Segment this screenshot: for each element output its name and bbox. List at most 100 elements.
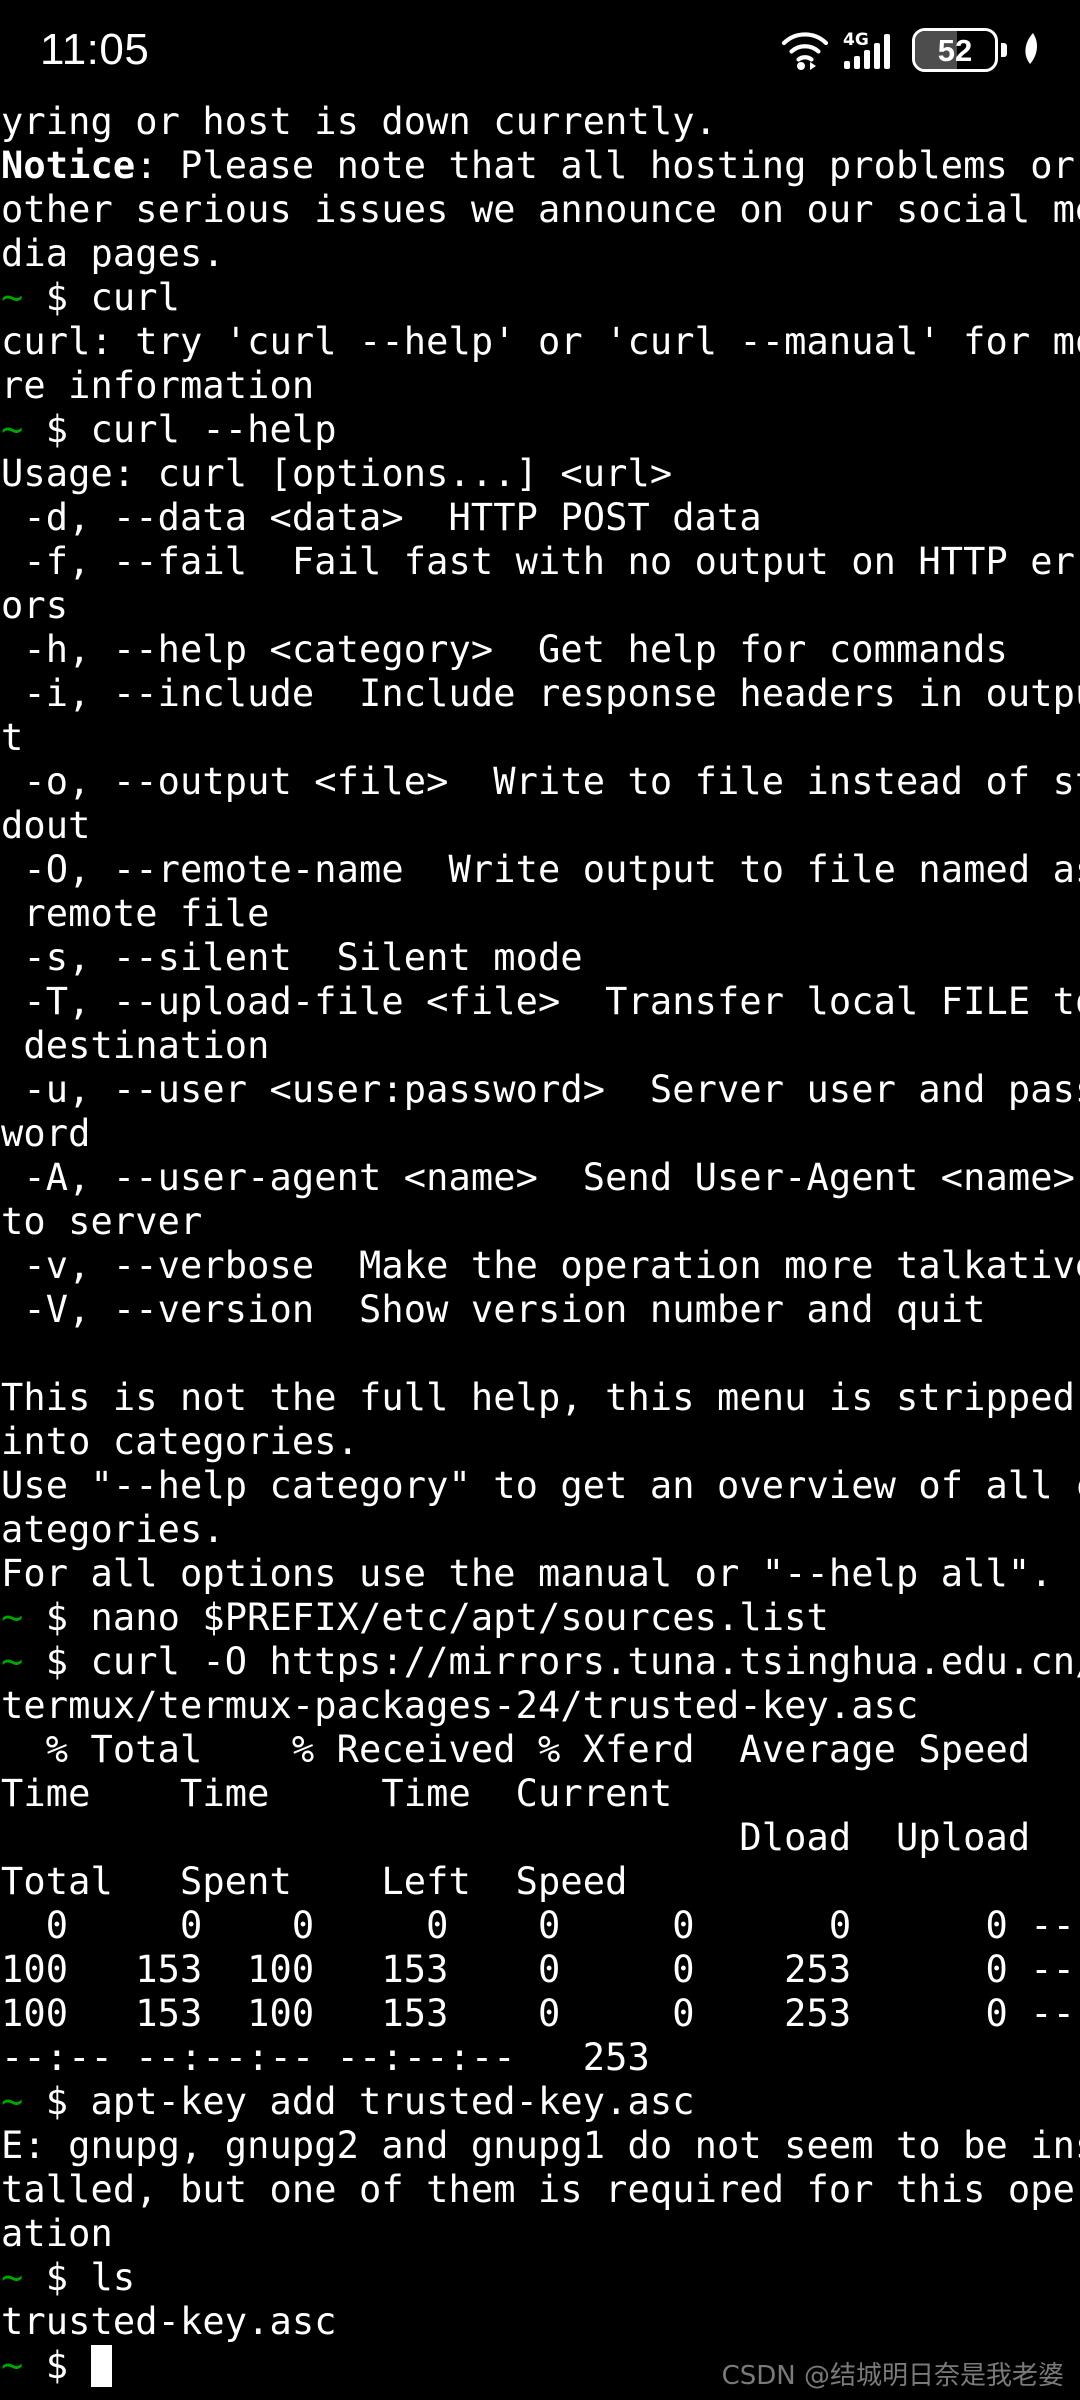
terminal-prompt: ~ xyxy=(1,276,24,319)
terminal-line-text: -V, --version Show version number and qu… xyxy=(1,1288,986,1331)
terminal-line: -s, --silent Silent mode xyxy=(1,936,1080,980)
terminal-line-text: Total Spent Left Speed xyxy=(1,1860,628,1903)
terminal-line: ~ $ ls xyxy=(1,2256,1080,2300)
terminal-line: % Total % Received % Xferd Average Speed xyxy=(1,1728,1080,1772)
terminal-line: 100 153 100 153 0 0 253 0 --: xyxy=(1,1948,1080,1992)
terminal-line: -f, --fail Fail fast with no output on H… xyxy=(1,540,1080,584)
terminal-line: t xyxy=(1,716,1080,760)
terminal-line-text: --:-- --:--:-- --:--:-- 253 xyxy=(1,2036,650,2079)
terminal-line-text: trusted-key.asc xyxy=(1,2300,337,2343)
terminal-line: remote file xyxy=(1,892,1080,936)
terminal-line-text: E: gnupg, gnupg2 and gnupg1 do not seem … xyxy=(1,2124,1080,2167)
terminal-line: ~ $ nano $PREFIX/etc/apt/sources.list xyxy=(1,1596,1080,1640)
terminal-output-area[interactable]: yring or host is down currently. Notice: … xyxy=(0,100,1080,2400)
terminal-line-text: -v, --verbose Make the operation more ta… xyxy=(1,1244,1080,1287)
terminal-line-text: -A, --user-agent <name> Send User-Agent … xyxy=(1,1156,1076,1199)
terminal-prompt-sigil: $ xyxy=(23,2256,91,2299)
battery-indicator: 52 xyxy=(912,28,1007,72)
terminal-line-text: -T, --upload-file <file> Transfer local … xyxy=(1,980,1080,1023)
terminal-line: trusted-key.asc xyxy=(1,2300,1080,2344)
terminal-line: 100 153 100 153 0 0 253 0 --: xyxy=(1,1992,1080,2036)
terminal-line: -o, --output <file> Write to file instea… xyxy=(1,760,1080,804)
terminal-line: -T, --upload-file <file> Transfer local … xyxy=(1,980,1080,1024)
terminal-prompt-sigil: $ xyxy=(23,2080,91,2123)
terminal-line-text: remote file xyxy=(1,892,270,935)
terminal-prompt: ~ xyxy=(1,2344,24,2387)
terminal-line-text: 100 153 100 153 0 0 253 0 --: xyxy=(1,1948,1080,1991)
terminal-prompt-sigil: $ xyxy=(23,276,91,319)
battery-level-label: 52 xyxy=(937,32,973,68)
terminal-line: re information xyxy=(1,364,1080,408)
terminal-line-text: -s, --silent Silent mode xyxy=(1,936,583,979)
leaf-icon xyxy=(1020,29,1046,71)
terminal-line: Notice: Please note that all hosting pro… xyxy=(1,144,1080,188)
terminal-line-text: ors xyxy=(1,584,69,627)
terminal-prompt: ~ xyxy=(1,1596,24,1639)
battery-cap-icon xyxy=(1001,43,1007,57)
terminal-cursor[interactable] xyxy=(90,2345,112,2387)
terminal-line-text: termux/termux-packages-24/trusted-key.as… xyxy=(1,1684,919,1727)
terminal-line: ~ $ curl -O https://mirrors.tuna.tsinghu… xyxy=(1,1640,1080,1684)
terminal-line-text: -d, --data <data> HTTP POST data xyxy=(1,496,762,539)
terminal-line-text: destination xyxy=(1,1024,270,1067)
terminal-line-text: 100 153 100 153 0 0 253 0 --: xyxy=(1,1992,1080,2035)
terminal-line: Use "--help category" to get an overview… xyxy=(1,1464,1080,1508)
terminal-line: ~ $ apt-key add trusted-key.asc xyxy=(1,2080,1080,2124)
terminal-line-text: % Total % Received % Xferd Average Speed xyxy=(1,1728,1031,1771)
terminal-prompt: ~ xyxy=(1,1640,24,1683)
terminal-line: -A, --user-agent <name> Send User-Agent … xyxy=(1,1156,1080,1200)
terminal-line-text: curl xyxy=(90,276,181,319)
terminal-line: -d, --data <data> HTTP POST data xyxy=(1,496,1080,540)
terminal-line-text: yring or host is down currently. xyxy=(1,100,718,143)
terminal-line-text: Dload Upload xyxy=(1,1816,1031,1859)
terminal-line-text: Usage: curl [options...] <url> xyxy=(1,452,673,495)
terminal-line-text: -u, --user <user:password> Server user a… xyxy=(1,1068,1080,1111)
svg-text:4G: 4G xyxy=(843,30,869,50)
terminal-line-text: -f, --fail Fail fast with no output on H… xyxy=(1,540,1080,583)
terminal-line: into categories. xyxy=(1,1420,1080,1464)
terminal-line: curl: try 'curl --help' or 'curl --manua… xyxy=(1,320,1080,364)
terminal-line-text: nano $PREFIX/etc/apt/sources.list xyxy=(90,1596,829,1639)
terminal-line-text: Use "--help category" to get an overview… xyxy=(1,1464,1080,1507)
terminal-line: --:-- --:--:-- --:--:-- 253 xyxy=(1,2036,1080,2080)
terminal-line: For all options use the manual or "--hel… xyxy=(1,1552,1080,1596)
wifi-icon xyxy=(780,29,830,71)
terminal-line: other serious issues we announce on our … xyxy=(1,188,1080,232)
terminal-line-text: Time Time Time Current xyxy=(1,1772,673,1815)
terminal-line: talled, but one of them is required for … xyxy=(1,2168,1080,2212)
terminal-prompt-sigil: $ xyxy=(23,408,91,451)
terminal-line: This is not the full help, this menu is … xyxy=(1,1376,1080,1420)
terminal-line: Dload Upload xyxy=(1,1816,1080,1860)
terminal-line-text: re information xyxy=(1,364,315,407)
terminal-line-text: talled, but one of them is required for … xyxy=(1,2168,1080,2211)
status-bar: 11:05 4G 52 xyxy=(0,0,1080,100)
terminal-line: -v, --verbose Make the operation more ta… xyxy=(1,1244,1080,1288)
watermark: CSDN @结城明日奈是我老婆 xyxy=(721,2361,1064,2391)
terminal-line: -u, --user <user:password> Server user a… xyxy=(1,1068,1080,1112)
terminal-lines: yring or host is down currently. Notice: … xyxy=(0,100,1080,2388)
terminal-line-text: : Please note that all hosting problems … xyxy=(135,144,1076,187)
terminal-line: ategories. xyxy=(1,1508,1080,1552)
terminal-prompt: ~ xyxy=(1,2080,24,2123)
terminal-line: -O, --remote-name Write output to file n… xyxy=(1,848,1080,892)
terminal-line: termux/termux-packages-24/trusted-key.as… xyxy=(1,1684,1080,1728)
terminal-prompt-sigil: $ xyxy=(23,2344,91,2387)
terminal-line-text: curl -O https://mirrors.tuna.tsinghua.ed… xyxy=(90,1640,1080,1683)
terminal-line-text: curl: try 'curl --help' or 'curl --manua… xyxy=(1,320,1080,363)
terminal-line-text: apt-key add trusted-key.asc xyxy=(90,2080,695,2123)
terminal-line-text: to server xyxy=(1,1200,203,1243)
terminal-line-text: other serious issues we announce on our … xyxy=(1,188,1080,231)
terminal-line-text: ategories. xyxy=(1,1508,225,1551)
status-clock: 11:05 xyxy=(40,25,150,74)
terminal-line: to server xyxy=(1,1200,1080,1244)
terminal-line-text: -o, --output <file> Write to file instea… xyxy=(1,760,1080,803)
terminal-line: 0 0 0 0 0 0 0 0 --: xyxy=(1,1904,1080,1948)
terminal-line: ~ $ curl --help xyxy=(1,408,1080,452)
terminal-line: word xyxy=(1,1112,1080,1156)
terminal-line-emphasis: Notice xyxy=(1,144,136,187)
terminal-line-text: -i, --include Include response headers i… xyxy=(1,672,1080,715)
terminal-line: dout xyxy=(1,804,1080,848)
terminal-prompt: ~ xyxy=(1,2256,24,2299)
terminal-prompt-sigil: $ xyxy=(23,1640,91,1683)
